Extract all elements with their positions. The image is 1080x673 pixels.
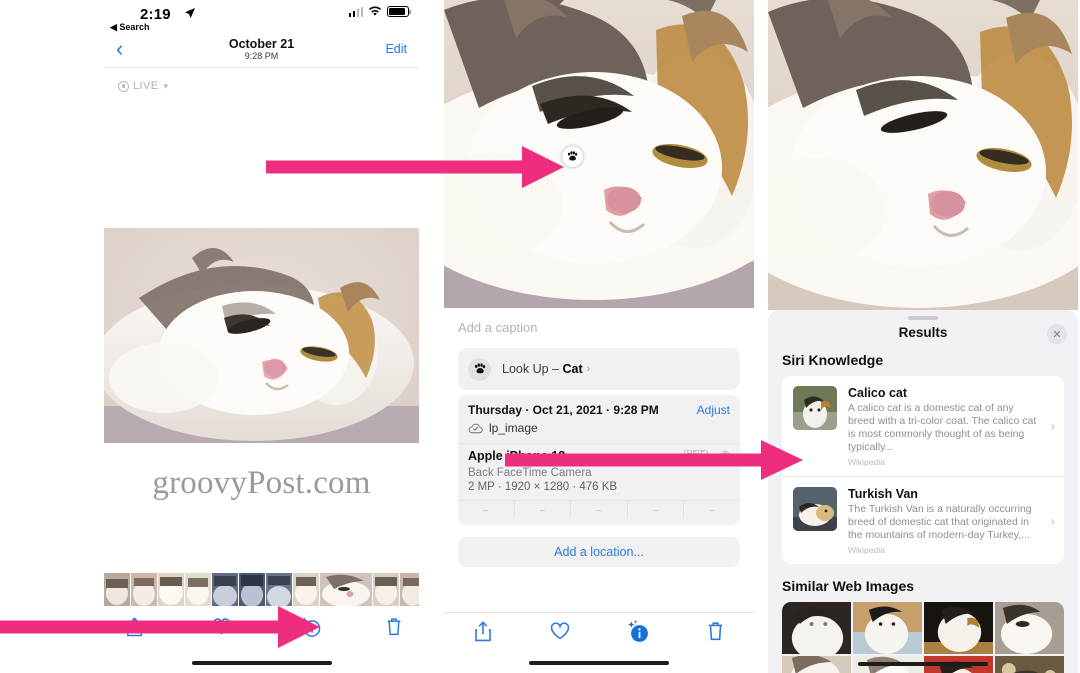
file-name-row: lp_image [468, 421, 730, 435]
exif-row: – – – – – [458, 500, 740, 518]
knowledge-body: Calico cat A calico cat is a domestic ca… [848, 386, 1056, 467]
list-item[interactable] [185, 573, 211, 606]
phone-screen-photo-detail: ◀ Search 2:19 ‹ October 21 9:28 PM Edit … [104, 0, 419, 673]
siri-knowledge-heading: Siri Knowledge [782, 352, 884, 368]
list-item[interactable] [293, 573, 319, 606]
file-name: lp_image [489, 421, 538, 435]
list-item[interactable] [782, 656, 851, 673]
cellular-signal-icon [348, 6, 363, 17]
icloud-check-icon [468, 423, 483, 433]
home-indicator [191, 660, 332, 665]
sheet-header: Results ✕ [768, 320, 1078, 348]
list-item[interactable] [239, 573, 265, 606]
knowledge-description: A calico cat is a domestic cat of any br… [848, 402, 1037, 453]
info-sparkle-icon-active[interactable] [599, 619, 677, 648]
list-item[interactable]: Calico cat A calico cat is a domestic ca… [782, 376, 1064, 476]
knowledge-title: Turkish Van [848, 487, 918, 501]
home-indicator [529, 660, 669, 665]
page-title: October 21 [228, 37, 295, 51]
home-indicator [858, 661, 988, 666]
similar-web-images-heading: Similar Web Images [782, 578, 915, 594]
status-bar-time: 2:19 [140, 6, 171, 23]
exif-cell: – [515, 501, 572, 518]
status-bar-indicators [348, 6, 412, 17]
metadata-date-row: Thursday · Oct 21, 2021 · 9:28 PM Adjust [468, 403, 730, 417]
phone-screen-lookup: Add a caption Look Up – Cat › Thursday ·… [444, 0, 754, 673]
list-item[interactable] [266, 573, 292, 606]
paw-print-icon [468, 357, 491, 381]
calico-cat-thumbnail [793, 386, 837, 430]
list-item[interactable] [212, 573, 238, 606]
paw-print-icon-badge[interactable] [562, 146, 583, 167]
page-subtitle: 9:28 PM [244, 51, 279, 61]
status-bar: ◀ Search 2:19 [104, 0, 419, 36]
knowledge-body: Turkish Van The Turkish Van is a natural… [848, 487, 1056, 555]
wifi-icon [369, 6, 381, 16]
capture-date: Thursday · Oct 21, 2021 · 9:28 PM [468, 403, 659, 417]
list-item[interactable] [400, 573, 419, 606]
pointer-arrow-to-info-button [0, 606, 320, 648]
trash-icon[interactable] [386, 617, 402, 641]
pointer-arrow-to-results-panel [505, 440, 803, 480]
chevron-right-icon: › [1050, 513, 1055, 528]
live-photo-label: LIVE [133, 80, 159, 92]
look-up-label: Look Up – Cat [502, 362, 583, 376]
list-item[interactable] [158, 573, 184, 606]
chevron-right-icon: › [1050, 418, 1055, 434]
knowledge-source: Wikipedia [848, 457, 885, 467]
look-up-row[interactable]: Look Up – Cat › [458, 348, 740, 390]
status-bar-back-label[interactable]: ◀ Search [110, 22, 149, 33]
exif-cell: – [571, 501, 628, 518]
list-item[interactable] [995, 656, 1064, 673]
turkish-van-thumbnail [793, 487, 837, 531]
list-item[interactable] [104, 573, 130, 606]
nav-title-group: October 21 9:28 PM [104, 36, 419, 62]
knowledge-title: Calico cat [848, 386, 908, 400]
live-photo-icon [118, 80, 129, 92]
results-sheet: Results ✕ Siri Knowledge Calico cat A ca… [768, 310, 1078, 673]
adjust-button[interactable]: Adjust [697, 403, 730, 417]
share-icon[interactable] [444, 620, 522, 647]
photo-filmstrip[interactable] [104, 573, 419, 606]
navigation-bar: ‹ October 21 9:28 PM Edit [104, 36, 419, 68]
knowledge-source: Wikipedia [848, 545, 885, 555]
photo-toolbar [444, 612, 754, 654]
back-button[interactable]: ‹ [116, 38, 123, 60]
list-item[interactable] [373, 573, 399, 606]
chevron-right-icon: › [586, 363, 591, 375]
watermark-text: groovyPost.com [152, 465, 371, 501]
exif-cell: – [709, 505, 715, 515]
knowledge-list: Calico cat A calico cat is a domestic ca… [782, 376, 1064, 564]
heart-icon[interactable] [522, 622, 600, 645]
image-specs: 2 MP · 1920 × 1280 · 476 KB [468, 481, 618, 493]
list-item[interactable] [853, 602, 922, 654]
add-location-button[interactable]: Add a location... [458, 537, 740, 567]
exif-cell: – [458, 501, 515, 518]
knowledge-description: The Turkish Van is a naturally occurring… [848, 503, 1032, 541]
phone-screen-results: Results ✕ Siri Knowledge Calico cat A ca… [768, 0, 1078, 673]
list-item-selected[interactable] [320, 573, 372, 606]
list-item[interactable]: Turkish Van The Turkish Van is a natural… [782, 476, 1064, 564]
live-photo-badge[interactable]: LIVE ▾ [104, 68, 419, 92]
trash-icon[interactable] [677, 621, 755, 646]
close-icon[interactable]: ✕ [1047, 324, 1067, 344]
battery-icon [387, 6, 412, 17]
photo-main-image[interactable] [104, 228, 419, 443]
list-item[interactable] [995, 602, 1064, 654]
sheet-title: Results [898, 325, 948, 340]
list-item[interactable] [924, 602, 993, 654]
chevron-down-icon: ▾ [163, 80, 168, 91]
list-item[interactable] [782, 602, 851, 654]
caption-placeholder[interactable]: Add a caption [458, 320, 538, 335]
pointer-arrow-to-paw-badge [266, 146, 564, 188]
exif-cell: – [628, 501, 685, 518]
list-item[interactable] [131, 573, 157, 606]
edit-button[interactable]: Edit [385, 42, 407, 56]
photo-background-image [768, 0, 1078, 310]
screenshot-canvas: ◀ Search 2:19 ‹ October 21 9:28 PM Edit … [0, 0, 1080, 673]
location-arrow-icon [184, 7, 196, 22]
